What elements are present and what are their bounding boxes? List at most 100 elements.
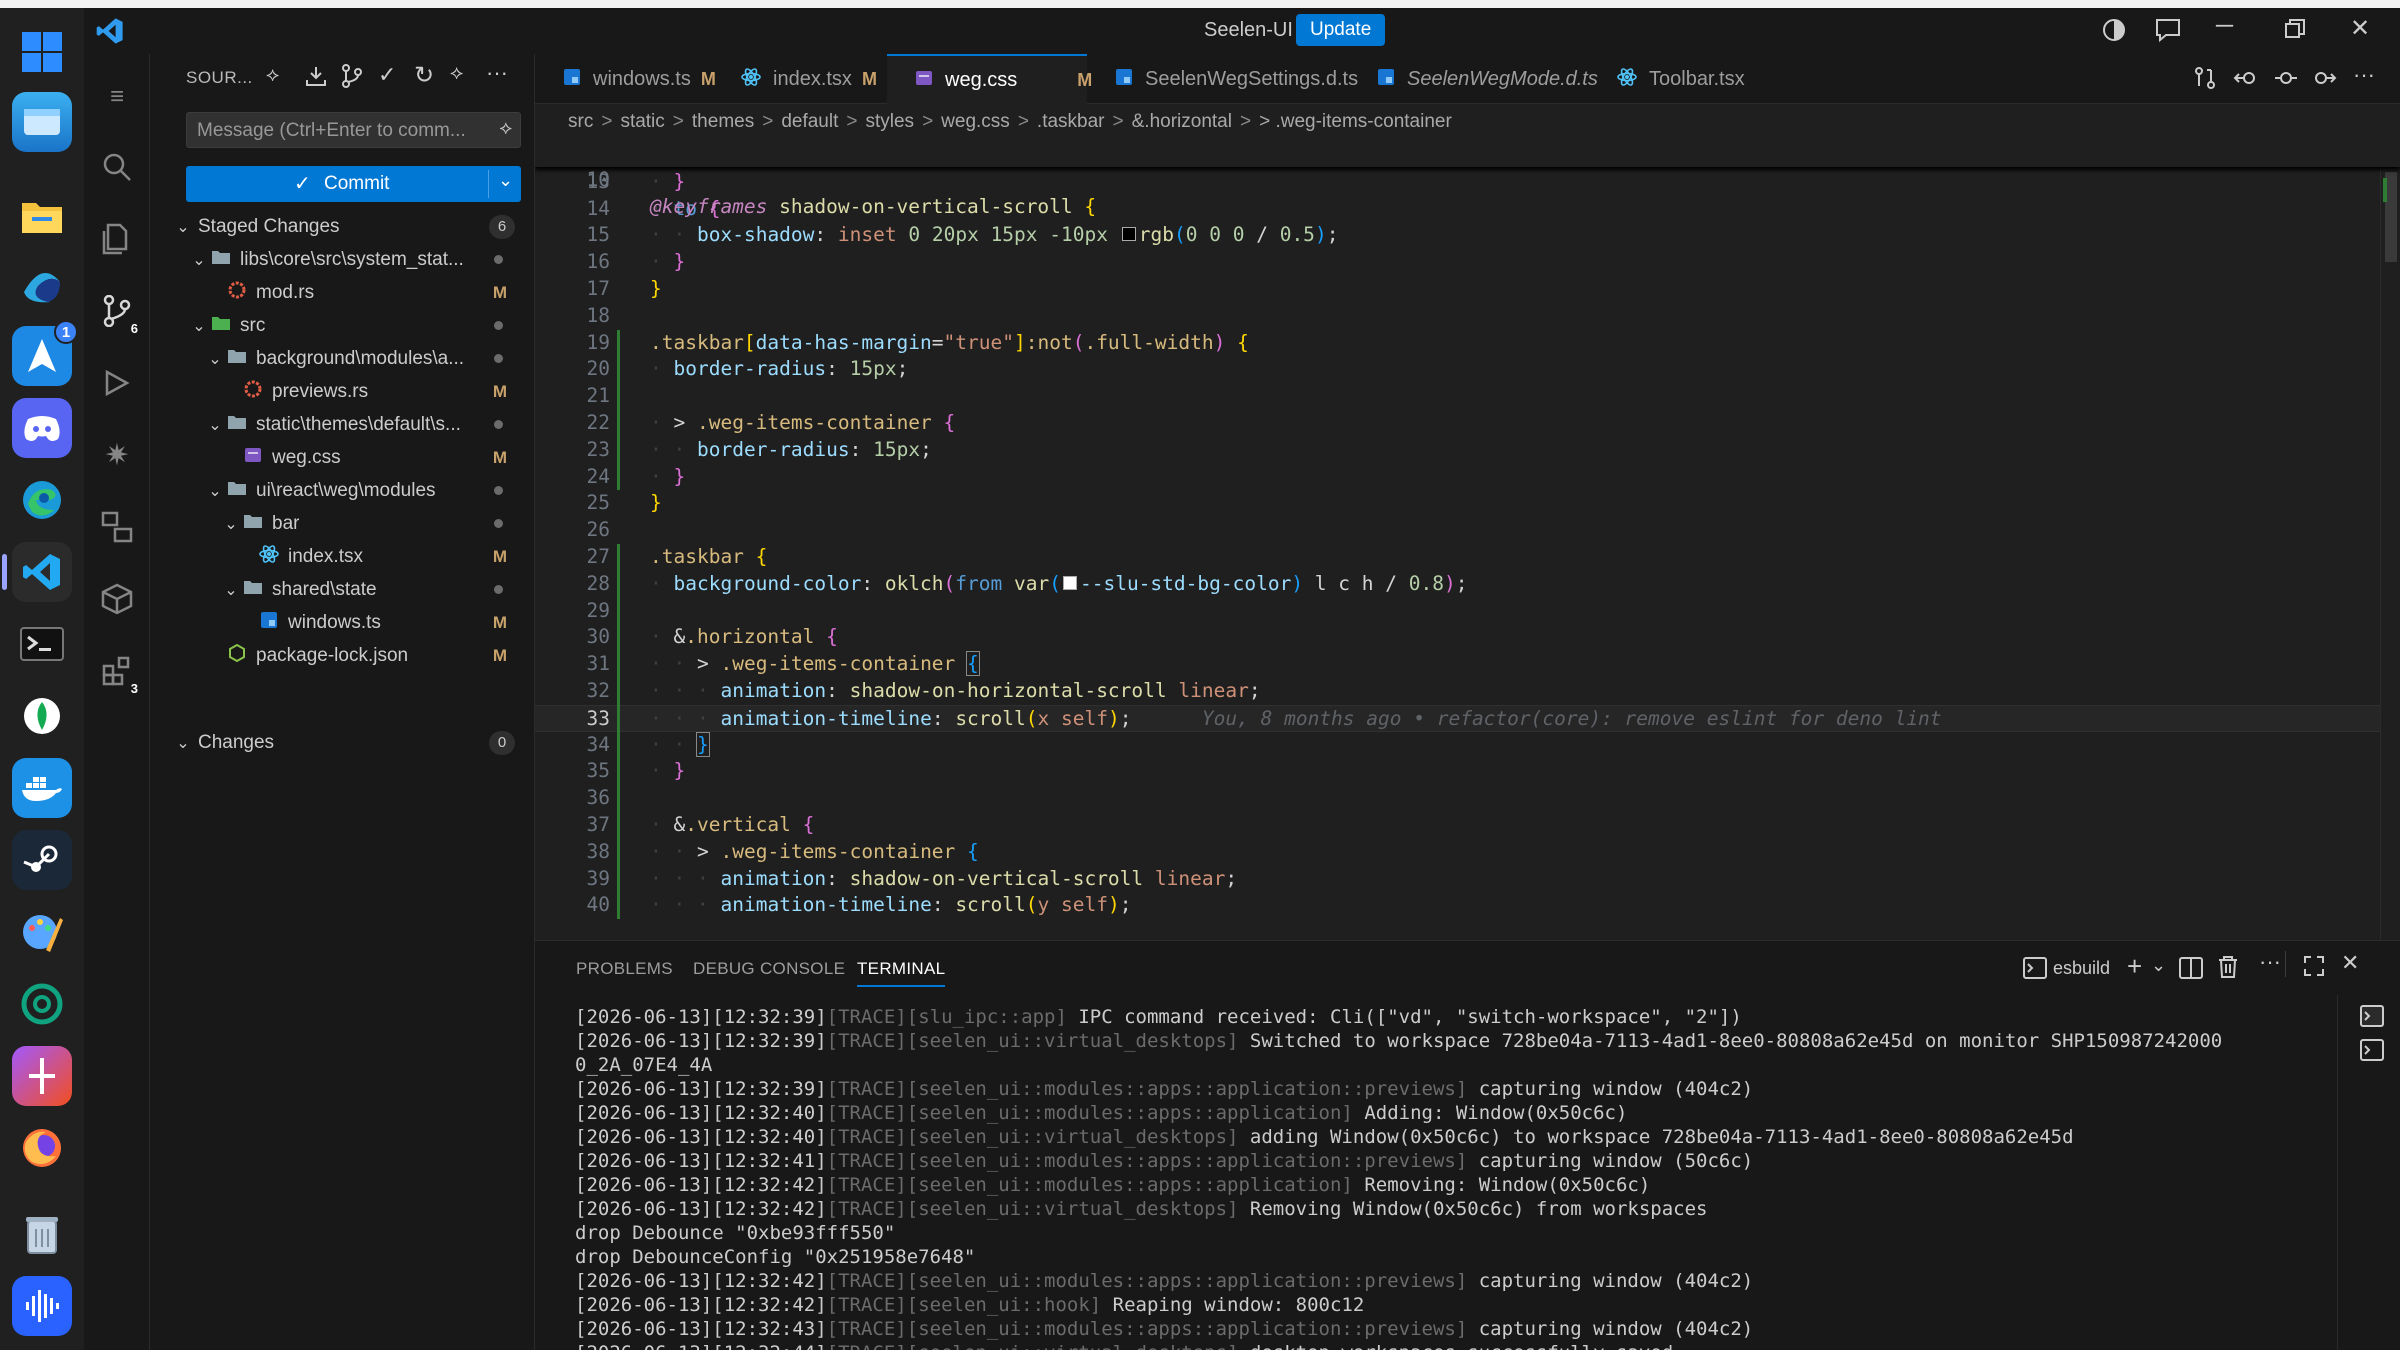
explorer-icon[interactable] — [84, 206, 150, 272]
sparkle-icon[interactable]: ⟡ — [450, 62, 463, 85]
timeline-dot-icon[interactable] — [2273, 66, 2299, 95]
commit-message-input[interactable]: Message (Ctrl+Enter to comm... ⟡ — [186, 112, 521, 148]
code-line[interactable]: 37 · &.vertical { — [535, 812, 2400, 839]
tab-terminal[interactable]: TERMINAL — [857, 959, 946, 987]
close-panel-icon[interactable]: ✕ — [2341, 950, 2359, 976]
code-line[interactable]: 13 · } — [535, 169, 2400, 196]
generate-message-icon[interactable]: ⟡ — [499, 118, 512, 140]
refresh-icon[interactable]: ↻ — [414, 61, 434, 90]
tab-toolbar-tsx[interactable]: Toolbar.tsx — [1589, 54, 1749, 104]
tree-file[interactable]: windows.ts M — [150, 606, 535, 639]
file-manager-icon[interactable] — [12, 92, 72, 152]
breadcrumb-item[interactable]: themes — [692, 111, 754, 133]
code-line[interactable]: 40 · · · animation-timeline: scroll(y sel… — [535, 892, 2400, 919]
tree-file[interactable]: weg.css M — [150, 441, 535, 474]
search-icon[interactable] — [84, 134, 150, 200]
branch-icon[interactable] — [340, 64, 364, 93]
chatgpt-icon[interactable] — [12, 974, 72, 1034]
split-terminal-icon[interactable] — [2179, 957, 2203, 984]
tab-seelenwegsettings-d-ts[interactable]: SeelenWegSettings.d.ts — [1087, 54, 1358, 104]
breadcrumb-item[interactable]: &.horizontal — [1132, 111, 1232, 133]
current-code-line[interactable]: 33 · · · animation-timeline: scroll(x sel… — [535, 704, 2400, 732]
changes-header[interactable]: ⌄ Changes 0 — [150, 726, 535, 759]
containers-icon[interactable] — [84, 566, 150, 632]
maximize-panel-icon[interactable] — [2303, 955, 2325, 982]
go-back-change-icon[interactable] — [2233, 66, 2259, 95]
tab-problems[interactable]: PROBLEMS — [576, 959, 673, 979]
commit-button[interactable]: ✓ Commit ⌄ — [186, 166, 521, 202]
code-line[interactable]: 30 · &.horizontal { — [535, 624, 2400, 651]
code-line[interactable]: 32 · · · animation: shadow-on-horizontal-… — [535, 678, 2400, 705]
code-line[interactable]: 27 .taskbar { — [535, 544, 2400, 571]
code-line[interactable]: 28 · background-color: oklch(from var(--s… — [535, 571, 2400, 598]
terminal-name[interactable]: esbuild — [2053, 958, 2110, 979]
code-line[interactable]: 21 — [535, 383, 2400, 410]
tree-file[interactable]: package-lock.json M — [150, 639, 535, 672]
run-debug-icon[interactable] — [84, 350, 150, 416]
code-line[interactable]: 34 · · } — [535, 731, 2400, 759]
terminal-instance-icon[interactable] — [2360, 1039, 2384, 1066]
breadcrumb-item[interactable]: src — [568, 111, 593, 133]
extensions-icon[interactable]: 3 — [84, 638, 150, 704]
check-icon[interactable]: ✓ — [378, 62, 396, 88]
restore-icon[interactable] — [2284, 18, 2306, 45]
code-line[interactable]: 17} — [535, 276, 2400, 303]
code-line[interactable]: 18 — [535, 303, 2400, 330]
commit-dropdown-icon[interactable]: ⌄ — [498, 170, 513, 191]
tab-weg-css[interactable]: weg.css M — [887, 54, 1092, 104]
code-line[interactable]: 31 · · > .weg-items-container { — [535, 651, 2400, 678]
code-line[interactable]: 22 · > .weg-items-container { — [535, 410, 2400, 437]
code-line[interactable]: 15 · · box-shadow: inset 0 20px 15px -10p… — [535, 222, 2400, 249]
recycle-bin-icon[interactable] — [12, 1204, 72, 1264]
breadcrumb-item[interactable]: styles — [865, 111, 914, 133]
pull-icon[interactable] — [304, 64, 328, 93]
code-line[interactable]: 29 — [535, 598, 2400, 625]
compare-changes-icon[interactable] — [2193, 66, 2217, 95]
ai-sparkle-icon[interactable]: ⟡ — [266, 64, 279, 87]
tree-file[interactable]: index.tsx M — [150, 540, 535, 573]
docker-icon[interactable] — [12, 758, 72, 818]
terminal-instance-icon[interactable] — [2360, 1005, 2384, 1032]
tree-file[interactable]: previews.rs M — [150, 375, 535, 408]
update-button[interactable]: Update — [1296, 14, 1386, 46]
code-line[interactable]: 20 · border-radius: 15px; — [535, 356, 2400, 383]
firefox-icon[interactable] — [12, 1118, 72, 1178]
tab-index-tsx[interactable]: index.tsx M — [713, 54, 887, 104]
code-line[interactable]: 16 · } — [535, 249, 2400, 276]
git-change-gutter-bar[interactable] — [617, 544, 620, 920]
sticky-scroll-line[interactable]: 10 @keyframes shadow-on-vertical-scroll … — [535, 140, 2400, 218]
start-menu-icon[interactable] — [12, 22, 72, 82]
overview-ruler[interactable] — [2380, 140, 2400, 940]
tree-folder[interactable]: ⌄ ui\react\weg\modules — [150, 474, 535, 507]
code-line[interactable]: 26 — [535, 517, 2400, 544]
code-line[interactable]: 39 · · · animation: shadow-on-vertical-sc… — [535, 866, 2400, 893]
trash-icon[interactable] — [2217, 955, 2239, 984]
go-forward-change-icon[interactable] — [2311, 66, 2337, 95]
tree-folder[interactable]: ⌄ static\themes\default\s... — [150, 408, 535, 441]
code-line[interactable]: 25} — [535, 490, 2400, 517]
tab-windows-ts[interactable]: windows.ts M — [535, 54, 716, 104]
breadcrumb-item[interactable]: static — [620, 111, 664, 133]
copilot-icon[interactable]: ✷ — [84, 422, 150, 488]
layout-toggle-icon[interactable] — [2101, 17, 2127, 48]
menu-icon[interactable]: ≡ — [84, 64, 150, 130]
new-terminal-icon[interactable]: + — [2127, 951, 2142, 982]
git-change-gutter-bar[interactable] — [617, 329, 620, 491]
mongodb-icon[interactable] — [12, 686, 72, 746]
paint-icon[interactable] — [12, 902, 72, 962]
more-actions-icon[interactable]: ··· — [486, 60, 508, 86]
terminal-icon[interactable] — [12, 614, 72, 674]
tree-folder[interactable]: ⌄ libs\core\src\system_stat... — [150, 243, 535, 276]
edge-icon[interactable] — [12, 470, 72, 530]
tree-folder[interactable]: ⌄ bar — [150, 507, 535, 540]
code-line[interactable]: 23 · · border-radius: 15px; — [535, 437, 2400, 464]
code-editor[interactable]: 10 @keyframes shadow-on-vertical-scroll … — [535, 140, 2400, 940]
breadcrumb-item[interactable]: default — [781, 111, 838, 133]
tree-file[interactable]: mod.rs M — [150, 276, 535, 309]
tree-folder[interactable]: ⌄ background\modules\a... — [150, 342, 535, 375]
code-line[interactable]: 36 — [535, 785, 2400, 812]
code-line[interactable]: 19 .taskbar[data-has-margin="true"]:not(.… — [535, 330, 2400, 357]
chevron-down-icon[interactable]: ⌄ — [2151, 955, 2166, 976]
steam-icon[interactable] — [12, 830, 72, 890]
close-window-icon[interactable]: ✕ — [2350, 14, 2370, 43]
